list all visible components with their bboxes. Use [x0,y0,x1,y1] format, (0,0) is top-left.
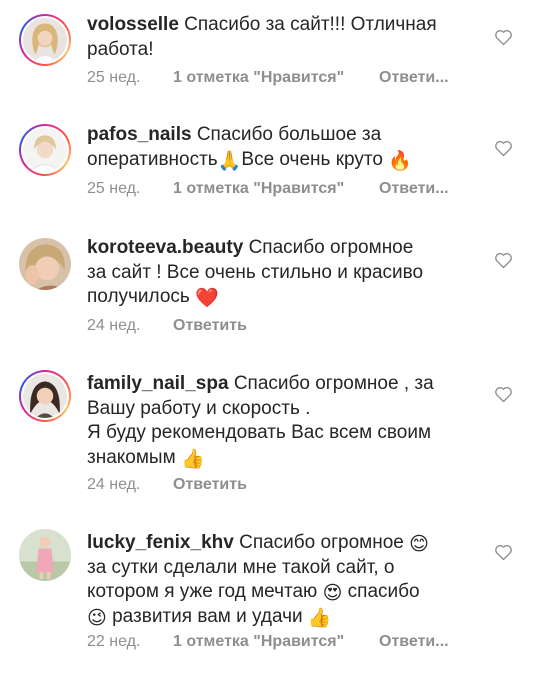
comment-username[interactable]: volosselle [87,14,179,35]
comment-text: pafos_nails Спасибо большое за оперативн… [87,123,487,172]
comment-username[interactable]: pafos_nails [87,124,192,145]
smiling-face-emoji: 😊 [409,534,429,555]
folded-hands-emoji: 🙏 [217,150,242,172]
avatar[interactable] [19,529,71,581]
comment-text: koroteeva.beauty Спасибо огромное за сай… [87,236,487,310]
comment-body: работа! [87,38,154,60]
comment-text: family_nail_spa Спасибо огромное , за Ва… [87,372,487,470]
likes-count[interactable]: 1 отметка "Нравится" [173,179,379,199]
fire-emoji: 🔥 [388,150,412,172]
reply-button[interactable]: Ответи... [379,68,449,88]
comment-body: котором я уже год мечтаю [87,581,318,602]
comment-username[interactable]: koroteeva.beauty [87,237,243,258]
comment-body: знакомым [87,446,176,468]
reply-button[interactable]: Ответи... [379,179,449,199]
comment-username[interactable]: lucky_fenix_khv [87,532,234,553]
comment-text: volosselle Спасибо за сайт!!! Отличная р… [87,13,487,62]
comment-body: получилось [87,286,190,307]
comment-time: 24 нед. [87,476,141,493]
red-heart-emoji: ❤️ [195,288,219,309]
heart-outline-icon[interactable] [494,385,513,403]
likes-count[interactable]: 1 отметка "Нравится" [173,68,379,88]
comment-body: Вашу работу и скорость . [87,397,311,419]
avatar[interactable] [19,124,71,176]
comment-text: lucky_fenix_khv Спасибо огромное 😊 за су… [87,531,487,629]
thumbs-up-emoji: 👍 [307,607,332,629]
winking-face-emoji: 😉 [87,607,107,629]
reply-button[interactable]: Ответить [173,316,247,336]
avatar[interactable] [19,238,71,290]
avatar[interactable] [19,370,71,422]
comment-body: спасибо [347,581,420,602]
comment-body: Я буду рекомендовать Вас всем своим [87,422,432,443]
comment-body: Все очень круто [241,148,383,170]
likes-count[interactable]: 1 отметка "Нравится" [173,632,379,652]
comment-body: Спасибо большое за [196,124,382,145]
reply-button[interactable]: Ответи... [379,632,449,652]
comment-body: за сайт ! Все очень стильно и красиво [87,261,424,283]
heart-outline-icon[interactable] [494,139,513,157]
reply-button[interactable]: Ответить [173,475,247,495]
heart-outline-icon[interactable] [494,28,513,46]
heart-outline-icon[interactable] [494,251,513,269]
heart-eyes-emoji: 😍 [322,583,343,604]
comment-body: Спасибо огромное [248,237,414,258]
comment-time: 25 нед. [87,69,141,86]
comment-body: Спасибо огромное , за [233,373,434,394]
comment-time: 25 нед. [87,180,141,197]
comment-time: 22 нед. [87,633,141,650]
comment-time: 24 нед. [87,317,141,334]
avatar[interactable] [19,14,71,66]
comment-body: Спасибо огромное [239,532,404,553]
comment-body: развития вам и удачи [112,605,303,627]
comment-body: за сутки сделали мне такой сайт, о [87,556,395,578]
thumbs-up-emoji: 👍 [180,448,205,470]
heart-outline-icon[interactable] [494,543,513,561]
comment-body: оперативность [87,148,218,170]
comment-body: Спасибо за сайт!!! Отличная [184,14,437,35]
comment-username[interactable]: family_nail_spa [87,373,229,394]
